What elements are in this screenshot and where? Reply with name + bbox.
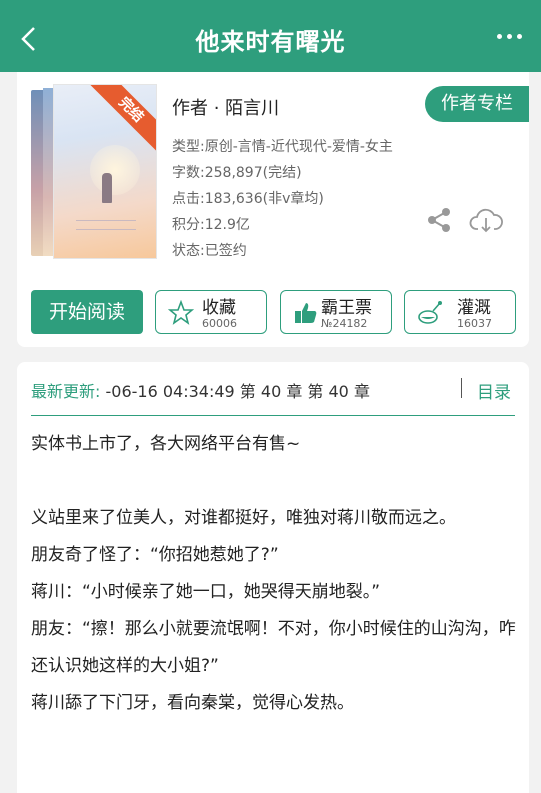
status-text: 状态:已签约 [172, 243, 247, 259]
page-title: 他来时有曙光 [195, 28, 346, 56]
start-reading-button[interactable]: 开始阅读 [31, 290, 143, 334]
book-intro: 实体书上市了，各大网络平台有售~ 义站里来了位美人，对谁都挺好，唯独对蒋川敬而远… [31, 426, 521, 722]
vote-label: 霸王票 [321, 298, 372, 318]
latest-update[interactable]: 最新更新: -06-16 04:34:49 第 40 章 第 40 章 [31, 378, 370, 402]
points-text: 积分:12.9亿 [172, 217, 250, 233]
word-count-text: 字数:258,897(完结) [172, 165, 302, 181]
intro-line: 实体书上市了，各大网络平台有售~ [31, 434, 301, 454]
water-label: 灌溉 [457, 298, 491, 318]
cloud-download-icon [469, 208, 503, 233]
toc-link[interactable]: 目录 [477, 378, 511, 403]
intro-line: 朋友：“擦！那么小就要流氓啊！不对，你小时候住的山沟沟，咋还认识她这样的大小姐?… [31, 619, 516, 676]
vote-count: №24182 [321, 317, 368, 330]
intro-line: 蒋川舔了下门牙，看向秦棠，觉得心发热。 [31, 693, 354, 713]
share-icon [428, 208, 450, 232]
latest-update-label: 最新更新: [31, 382, 101, 401]
intro-line: 蒋川：“小时候亲了她一口，她哭得天崩地裂。” [31, 582, 381, 602]
divider [31, 415, 515, 416]
download-button[interactable] [469, 206, 503, 234]
favorite-label: 收藏 [202, 298, 236, 318]
vote-button[interactable]: 霸王票 №24182 [280, 290, 392, 334]
divider [461, 378, 462, 398]
intro-line: 义站里来了位美人，对谁都挺好，唯独对蒋川敬而远之。 [31, 508, 456, 528]
share-button[interactable] [425, 206, 453, 234]
author-name[interactable]: 作者 · 陌言川 [172, 94, 279, 120]
watering-icon [418, 301, 442, 324]
star-icon [168, 300, 194, 325]
cover-image: 完结 [53, 84, 157, 259]
favorite-count: 60006 [202, 317, 237, 330]
book-info-card: 完结 作者 · 陌言川 作者专栏 类型:原创-言情-近代现代-爱情-女主 字数:… [17, 72, 529, 347]
clicks-text: 点击:183,636(非v章均) [172, 191, 324, 207]
thumbs-up-icon [295, 303, 317, 323]
intro-line [31, 463, 521, 500]
top-bar: 他来时有曙光 [0, 0, 541, 72]
latest-update-value: -06-16 04:34:49 第 40 章 第 40 章 [105, 382, 370, 401]
book-intro-panel: 最新更新: -06-16 04:34:49 第 40 章 第 40 章 目录 实… [17, 362, 529, 793]
intro-line: 朋友奇了怪了：“你招她惹她了?” [31, 545, 279, 565]
author-column-button[interactable]: 作者专栏 [425, 86, 529, 122]
book-cover[interactable]: 完结 [31, 84, 157, 259]
water-button[interactable]: 灌溉 16037 [404, 290, 516, 334]
favorite-button[interactable]: 收藏 60006 [155, 290, 267, 334]
more-button[interactable] [493, 28, 527, 44]
genre-text: 类型:原创-言情-近代现代-爱情-女主 [172, 139, 393, 155]
water-count: 16037 [457, 317, 492, 330]
more-dots-icon [497, 34, 502, 39]
